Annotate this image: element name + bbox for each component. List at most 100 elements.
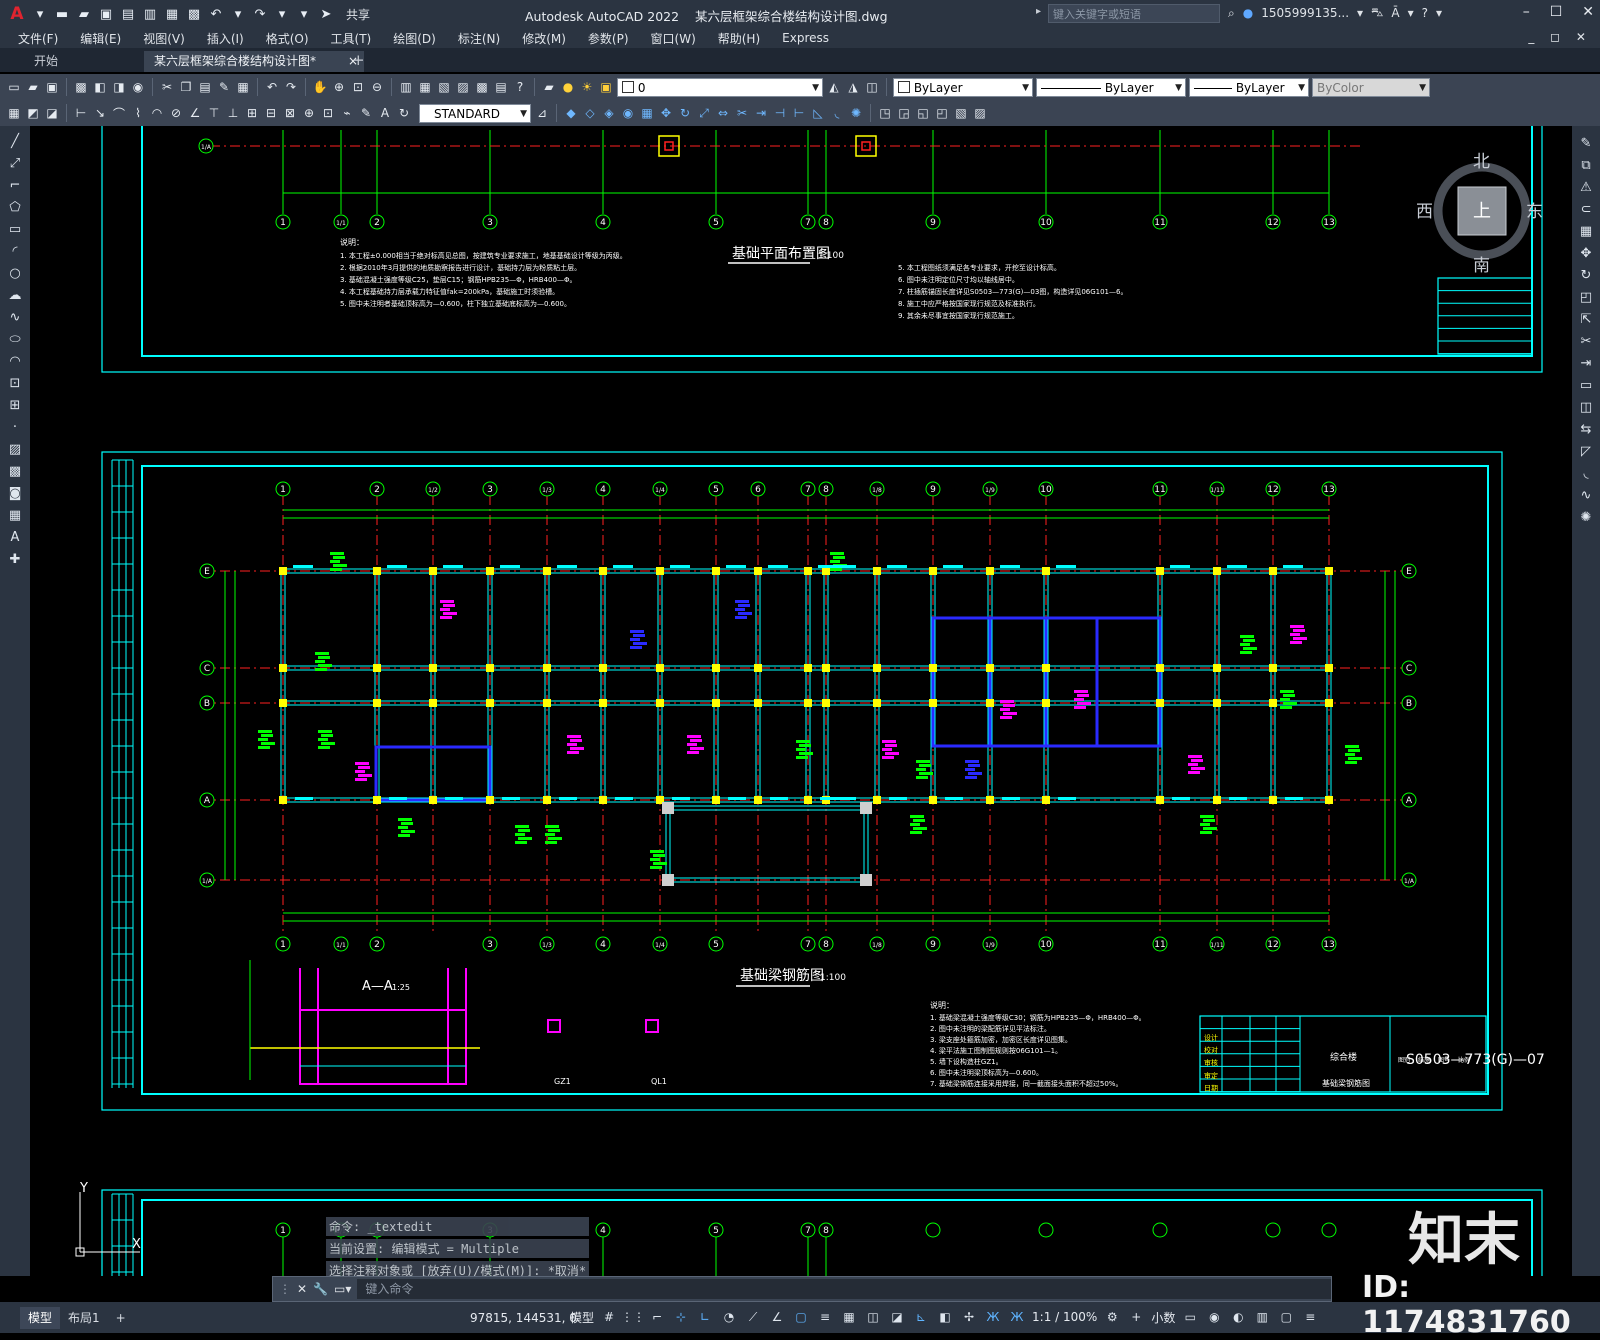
inspect-icon[interactable]: ⊡	[320, 105, 336, 121]
mtext-icon[interactable]: A	[6, 528, 24, 546]
dynamic-ucs-icon[interactable]: ⊾	[912, 1308, 930, 1326]
infer-icon[interactable]: ⌐	[648, 1308, 666, 1326]
arc-icon[interactable]: ◜	[6, 242, 24, 260]
customize-qat-icon[interactable]: ▾	[296, 6, 312, 22]
break-icon[interactable]: ⊣	[772, 105, 788, 121]
isodraft-icon[interactable]: ⟋	[744, 1308, 762, 1326]
polar-icon[interactable]: ◔	[720, 1308, 738, 1326]
autoscale-icon[interactable]: Ж	[1008, 1308, 1026, 1326]
user-name[interactable]: 1505999135...	[1261, 6, 1349, 20]
explode-icon[interactable]: ✺	[848, 105, 864, 121]
annotation-visibility-icon[interactable]: Ж	[984, 1308, 1002, 1326]
command-customize-icon[interactable]: 🔧	[313, 1282, 328, 1296]
make-block-icon[interactable]: ⊞	[6, 396, 24, 414]
menu-dimension[interactable]: 标注(N)	[458, 30, 500, 47]
save-as-icon[interactable]: ▤	[120, 6, 136, 22]
viewcube-south[interactable]: 南	[1473, 251, 1490, 276]
menu-tools[interactable]: 工具(T)	[331, 30, 372, 47]
mirror-icon-right[interactable]: ⚠	[1577, 178, 1595, 196]
gradient-icon[interactable]: ▩	[6, 462, 24, 480]
help-dropdown-icon[interactable]: ▾	[1436, 6, 1442, 20]
dim-radius-icon[interactable]: ◠	[149, 105, 165, 121]
block-editor-icon[interactable]: ▦	[235, 79, 251, 95]
graphics-performance-icon[interactable]: ▥	[1253, 1308, 1271, 1326]
hatch-icon[interactable]: ▨	[6, 440, 24, 458]
share-icon[interactable]: ➤	[318, 6, 334, 22]
polyline-icon[interactable]: ⌐	[6, 176, 24, 194]
preview-icon[interactable]: ◧	[92, 79, 108, 95]
layer-lock-icon[interactable]: ▣	[598, 79, 614, 95]
layer-bulb-icon[interactable]: ●	[560, 79, 576, 95]
maximize-button[interactable]: ☐	[1550, 4, 1563, 20]
layer-properties-icon[interactable]: ▰	[541, 79, 557, 95]
osnap-icon[interactable]: ▢	[792, 1308, 810, 1326]
clean-screen-icon[interactable]: ▢	[1277, 1308, 1295, 1326]
selection-cycling-icon[interactable]: ◫	[864, 1308, 882, 1326]
rectangle-icon[interactable]: ▭	[6, 220, 24, 238]
undo-dropdown-icon[interactable]: ▾	[230, 6, 246, 22]
help-icon[interactable]: ?	[1422, 6, 1428, 20]
insert-block-icon[interactable]: ⊡	[6, 374, 24, 392]
hatch-back-icon[interactable]: ▨	[972, 105, 988, 121]
copy-icon-right[interactable]: ⧉	[1577, 156, 1595, 174]
lineweight-dropdown[interactable]: ByLayer ▼	[1189, 77, 1309, 97]
units-button[interactable]: 小数	[1151, 1309, 1175, 1326]
pan-icon[interactable]: ✋	[312, 79, 328, 95]
markup-icon[interactable]: ▩	[474, 79, 490, 95]
share-button[interactable]: 共享	[346, 6, 370, 23]
annotation-monitor-icon[interactable]: +	[1127, 1308, 1145, 1326]
array-icon-right[interactable]: ▦	[1577, 222, 1595, 240]
menu-help[interactable]: 帮助(H)	[718, 30, 760, 47]
layer-sun-icon[interactable]: ☀	[579, 79, 595, 95]
move-icon-right[interactable]: ✥	[1577, 244, 1595, 262]
layer-previous-icon[interactable]: ◮	[845, 79, 861, 95]
redo-icon-tb[interactable]: ↷	[283, 79, 299, 95]
new-file-icon[interactable]: ▬	[54, 6, 70, 22]
undo-icon[interactable]: ↶	[208, 6, 224, 22]
qnew-icon[interactable]: ▭	[6, 79, 22, 95]
open-web-icon[interactable]: ▥	[142, 6, 158, 22]
scale-icon[interactable]: ⤢	[696, 105, 712, 121]
menu-view[interactable]: 视图(V)	[143, 30, 185, 47]
draworder-back-icon[interactable]: ◲	[896, 105, 912, 121]
add-selected-icon[interactable]: ✚	[6, 550, 24, 568]
menu-insert[interactable]: 插入(I)	[207, 30, 244, 47]
calculator-icon[interactable]: ▤	[493, 79, 509, 95]
dim-horizontal-icon[interactable]: ⊢	[73, 105, 89, 121]
join-icon[interactable]: ⊢	[791, 105, 807, 121]
dim-update-icon[interactable]: ↻	[396, 105, 412, 121]
quick-properties-icon[interactable]: ▭	[1181, 1308, 1199, 1326]
isolate-objects-icon[interactable]: ◐	[1229, 1308, 1247, 1326]
publish-icon[interactable]: ◨	[111, 79, 127, 95]
text-style-dropdown[interactable]: STANDARD ▼	[419, 103, 531, 123]
dim-arc-icon[interactable]: ◪	[44, 105, 60, 121]
customization-icon[interactable]: ≡	[1301, 1308, 1319, 1326]
user-icon[interactable]: ●	[1243, 6, 1253, 20]
zoom-previous-icon[interactable]: ⊖	[369, 79, 385, 95]
dim-style-icon[interactable]: ⊿	[534, 105, 550, 121]
undo-icon-tb[interactable]: ↶	[264, 79, 280, 95]
save-icon-tb[interactable]: ▣	[44, 79, 60, 95]
search-input[interactable]: 键入关键字或短语	[1048, 4, 1220, 23]
plot-icon-tb[interactable]: ▩	[73, 79, 89, 95]
redo-icon[interactable]: ↷	[252, 6, 268, 22]
stretch-icon-right[interactable]: ⇱	[1577, 310, 1595, 328]
offset-icon-right[interactable]: ⊂	[1577, 200, 1595, 218]
dim-linear-icon[interactable]: ▦	[6, 105, 22, 121]
tab-start[interactable]: 开始	[24, 51, 68, 72]
dim-edit-icon[interactable]: ✎	[358, 105, 374, 121]
dim-space-icon[interactable]: ⊞	[244, 105, 260, 121]
draworder-above-icon[interactable]: ◱	[915, 105, 931, 121]
menu-edit[interactable]: 编辑(E)	[80, 30, 121, 47]
rotate-icon[interactable]: ↻	[677, 105, 693, 121]
properties-icon[interactable]: ▥	[398, 79, 414, 95]
open-icon[interactable]: ▰	[25, 79, 41, 95]
move-icon[interactable]: ✥	[658, 105, 674, 121]
trim-icon-right[interactable]: ✂	[1577, 332, 1595, 350]
3dosnap-icon[interactable]: ◪	[888, 1308, 906, 1326]
revcloud-icon[interactable]: ☁	[6, 286, 24, 304]
explode-icon-right[interactable]: ✺	[1577, 508, 1595, 526]
linetype-dropdown[interactable]: ByLayer ▼	[1036, 77, 1186, 97]
copy-object-icon[interactable]: ◇	[582, 105, 598, 121]
menu-parametric[interactable]: 参数(P)	[588, 30, 629, 47]
